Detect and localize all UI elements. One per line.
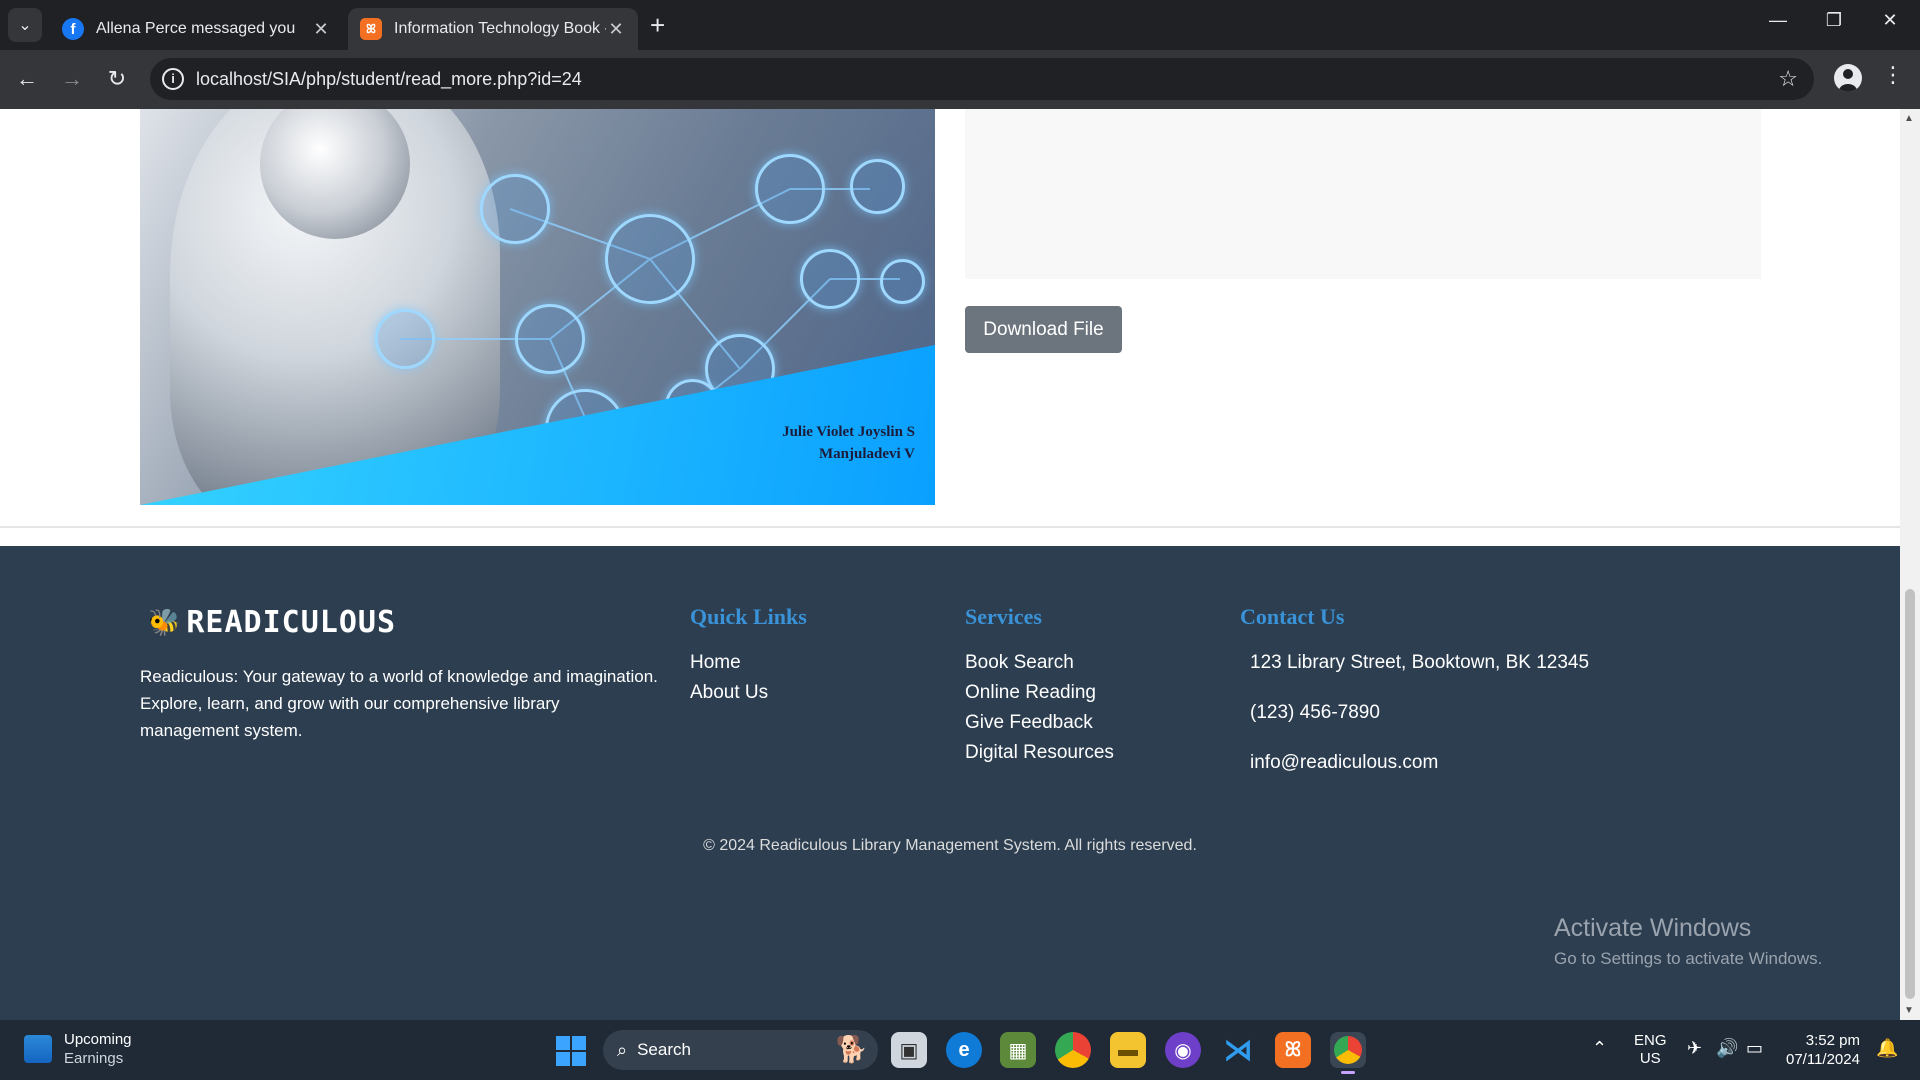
copyright-text: © 2024 Readiculous Library Management Sy…: [703, 837, 1197, 854]
quick-links-column: Quick Links Home About Us: [690, 604, 807, 708]
github-desktop-icon[interactable]: ◉: [1165, 1032, 1201, 1068]
battery-icon[interactable]: ▭: [1746, 1038, 1763, 1059]
footer-brand: 🐝 READICULOUS: [148, 605, 396, 640]
region-code: US: [1639, 1050, 1661, 1067]
network-node: [515, 304, 585, 374]
back-icon[interactable]: ←: [12, 66, 42, 92]
services-column: Services Book Search Online Reading Give…: [965, 604, 1114, 768]
cover-author-2: Manjuladevi V: [819, 446, 915, 462]
windows-taskbar: Upcoming Earnings ⌕ Search 🐕 ▣ e ▦ ▬ ◉ ⋊…: [0, 1020, 1920, 1080]
minimize-icon[interactable]: —: [1758, 10, 1798, 31]
footer-link-online-reading[interactable]: Online Reading: [965, 678, 1114, 708]
profile-avatar-icon[interactable]: [1834, 64, 1862, 92]
new-tab-button[interactable]: +: [650, 12, 665, 38]
watermark-subtitle: Go to Settings to activate Windows.: [1554, 949, 1823, 968]
footer-link-give-feedback[interactable]: Give Feedback: [965, 708, 1114, 738]
browser-tab-strip: ⌄ f Allena Perce messaged you ✕ ꕤ Inform…: [0, 0, 1920, 50]
network-node: [850, 159, 905, 214]
download-file-button[interactable]: Download File: [965, 306, 1122, 353]
show-hidden-icons-chevron-icon[interactable]: ⌃: [1592, 1038, 1607, 1059]
search-label: Search: [637, 1040, 691, 1059]
window-close-icon[interactable]: ✕: [1870, 10, 1910, 31]
browser-menu-icon[interactable]: ⋮: [1882, 64, 1904, 86]
clock-date: 07/11/2024: [1786, 1051, 1860, 1068]
chrome-icon[interactable]: [1055, 1032, 1091, 1068]
section-divider: [0, 526, 1900, 528]
weather-widget[interactable]: Upcoming Earnings: [24, 1030, 132, 1068]
restore-icon[interactable]: ❐: [1814, 10, 1854, 31]
services-heading: Services: [965, 604, 1042, 629]
page-viewport: Julie Violet Joyslin S Manjuladevi V Dow…: [0, 109, 1900, 1020]
file-explorer-icon[interactable]: ▬: [1110, 1032, 1146, 1068]
stocks-icon: [24, 1035, 52, 1063]
network-icon[interactable]: ✈: [1687, 1038, 1702, 1059]
reload-icon[interactable]: ↻: [102, 66, 132, 92]
scroll-up-icon[interactable]: ▲: [1904, 113, 1914, 124]
contact-email: info@readiculous.com: [1250, 752, 1439, 773]
browser-toolbar: ← → ↻ i localhost/SIA/php/student/read_m…: [0, 50, 1920, 109]
contact-phone: (123) 456-7890: [1250, 702, 1380, 723]
edge-icon[interactable]: e: [946, 1032, 982, 1068]
brand-description: Readiculous: Your gateway to a world of …: [140, 667, 658, 740]
taskbar-search-box[interactable]: ⌕ Search 🐕: [603, 1030, 878, 1070]
chevron-down-icon: ⌄: [18, 17, 32, 34]
cover-authors: Julie Violet Joyslin S Manjuladevi V: [782, 421, 915, 465]
scrollbar-thumb[interactable]: [1905, 589, 1915, 999]
widget-subtitle: Earnings: [64, 1050, 124, 1067]
tab-title: Allena Perce messaged you: [96, 20, 296, 37]
volume-icon[interactable]: 🔊: [1716, 1038, 1738, 1059]
clock-time: 3:52 pm: [1805, 1032, 1860, 1049]
search-highlight-icon: 🐕: [835, 1034, 868, 1064]
widget-title: Upcoming: [64, 1031, 132, 1048]
task-view-icon[interactable]: ▣: [891, 1032, 927, 1068]
cover-author-1: Julie Violet Joyslin S: [782, 424, 915, 440]
windows-start-icon[interactable]: [556, 1036, 586, 1066]
page-scrollbar[interactable]: ▲ ▼: [1900, 109, 1920, 1020]
chrome-active-icon[interactable]: [1330, 1032, 1366, 1074]
watermark-title: Activate Windows: [1554, 914, 1752, 942]
minecraft-icon[interactable]: ▦: [1000, 1032, 1036, 1068]
network-node: [800, 249, 860, 309]
book-cover-image: Julie Violet Joyslin S Manjuladevi V: [140, 109, 935, 505]
tab-title: Information Technology Book -: [394, 20, 606, 37]
network-node: [880, 259, 925, 304]
notification-bell-icon[interactable]: 🔔: [1876, 1038, 1898, 1059]
contact-address: 123 Library Street, Booktown, BK 12345: [1250, 652, 1590, 673]
site-footer: 🐝 READICULOUS Readiculous: Your gateway …: [0, 546, 1900, 1020]
footer-link-home[interactable]: Home: [690, 648, 807, 678]
forward-icon[interactable]: →: [57, 66, 87, 92]
site-info-icon[interactable]: i: [162, 68, 184, 90]
search-icon: ⌕: [617, 1039, 628, 1060]
clock[interactable]: 3:52 pm 07/11/2024: [1786, 1031, 1860, 1069]
language-code: ENG: [1634, 1032, 1667, 1049]
vscode-icon[interactable]: ⋊: [1220, 1032, 1256, 1068]
quick-links-heading: Quick Links: [690, 604, 807, 629]
footer-link-about-us[interactable]: About Us: [690, 678, 807, 708]
network-node: [375, 309, 435, 369]
activate-windows-watermark: Activate Windows Go to Settings to activ…: [1554, 914, 1822, 969]
close-icon[interactable]: ✕: [311, 19, 331, 40]
footer-link-book-search[interactable]: Book Search: [965, 648, 1114, 678]
language-indicator[interactable]: ENG US: [1634, 1032, 1667, 1068]
contact-column: Contact Us 123 Library Street, Booktown,…: [1240, 604, 1589, 798]
network-node: [755, 154, 825, 224]
tab-facebook[interactable]: f Allena Perce messaged you ✕: [50, 8, 343, 50]
url-text[interactable]: localhost/SIA/php/student/read_more.php?…: [196, 69, 582, 90]
facebook-icon: f: [62, 18, 84, 40]
xampp-icon: ꕤ: [360, 18, 382, 40]
tab-information-technology-book[interactable]: ꕤ Information Technology Book - ✕: [348, 8, 638, 50]
tab-search-menu-button[interactable]: ⌄: [8, 8, 42, 42]
brand-logo-icon: 🐝: [148, 607, 181, 637]
brand-name: READICULOUS: [186, 605, 397, 640]
book-description-panel: [965, 109, 1761, 279]
xampp-icon[interactable]: ꕤ: [1275, 1032, 1311, 1068]
close-icon[interactable]: ✕: [606, 19, 626, 40]
bookmark-star-icon[interactable]: ☆: [1778, 66, 1798, 92]
scroll-down-icon[interactable]: ▼: [1904, 1005, 1914, 1016]
contact-heading: Contact Us: [1240, 604, 1345, 629]
address-bar[interactable]: i localhost/SIA/php/student/read_more.ph…: [150, 58, 1814, 100]
footer-link-digital-resources[interactable]: Digital Resources: [965, 738, 1114, 768]
network-node: [480, 174, 550, 244]
network-node: [605, 214, 695, 304]
